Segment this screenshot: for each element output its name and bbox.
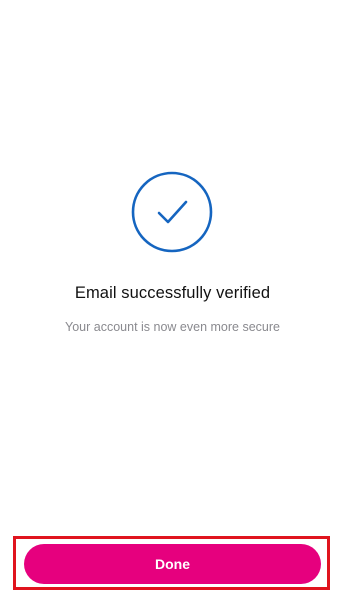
verification-screen: Email successfully verified Your account…: [0, 0, 345, 600]
done-button[interactable]: Done: [24, 544, 321, 584]
checkmark-circle-icon: [131, 171, 213, 253]
status-message: Your account is now even more secure: [65, 320, 280, 334]
page-title: Email successfully verified: [74, 284, 271, 302]
